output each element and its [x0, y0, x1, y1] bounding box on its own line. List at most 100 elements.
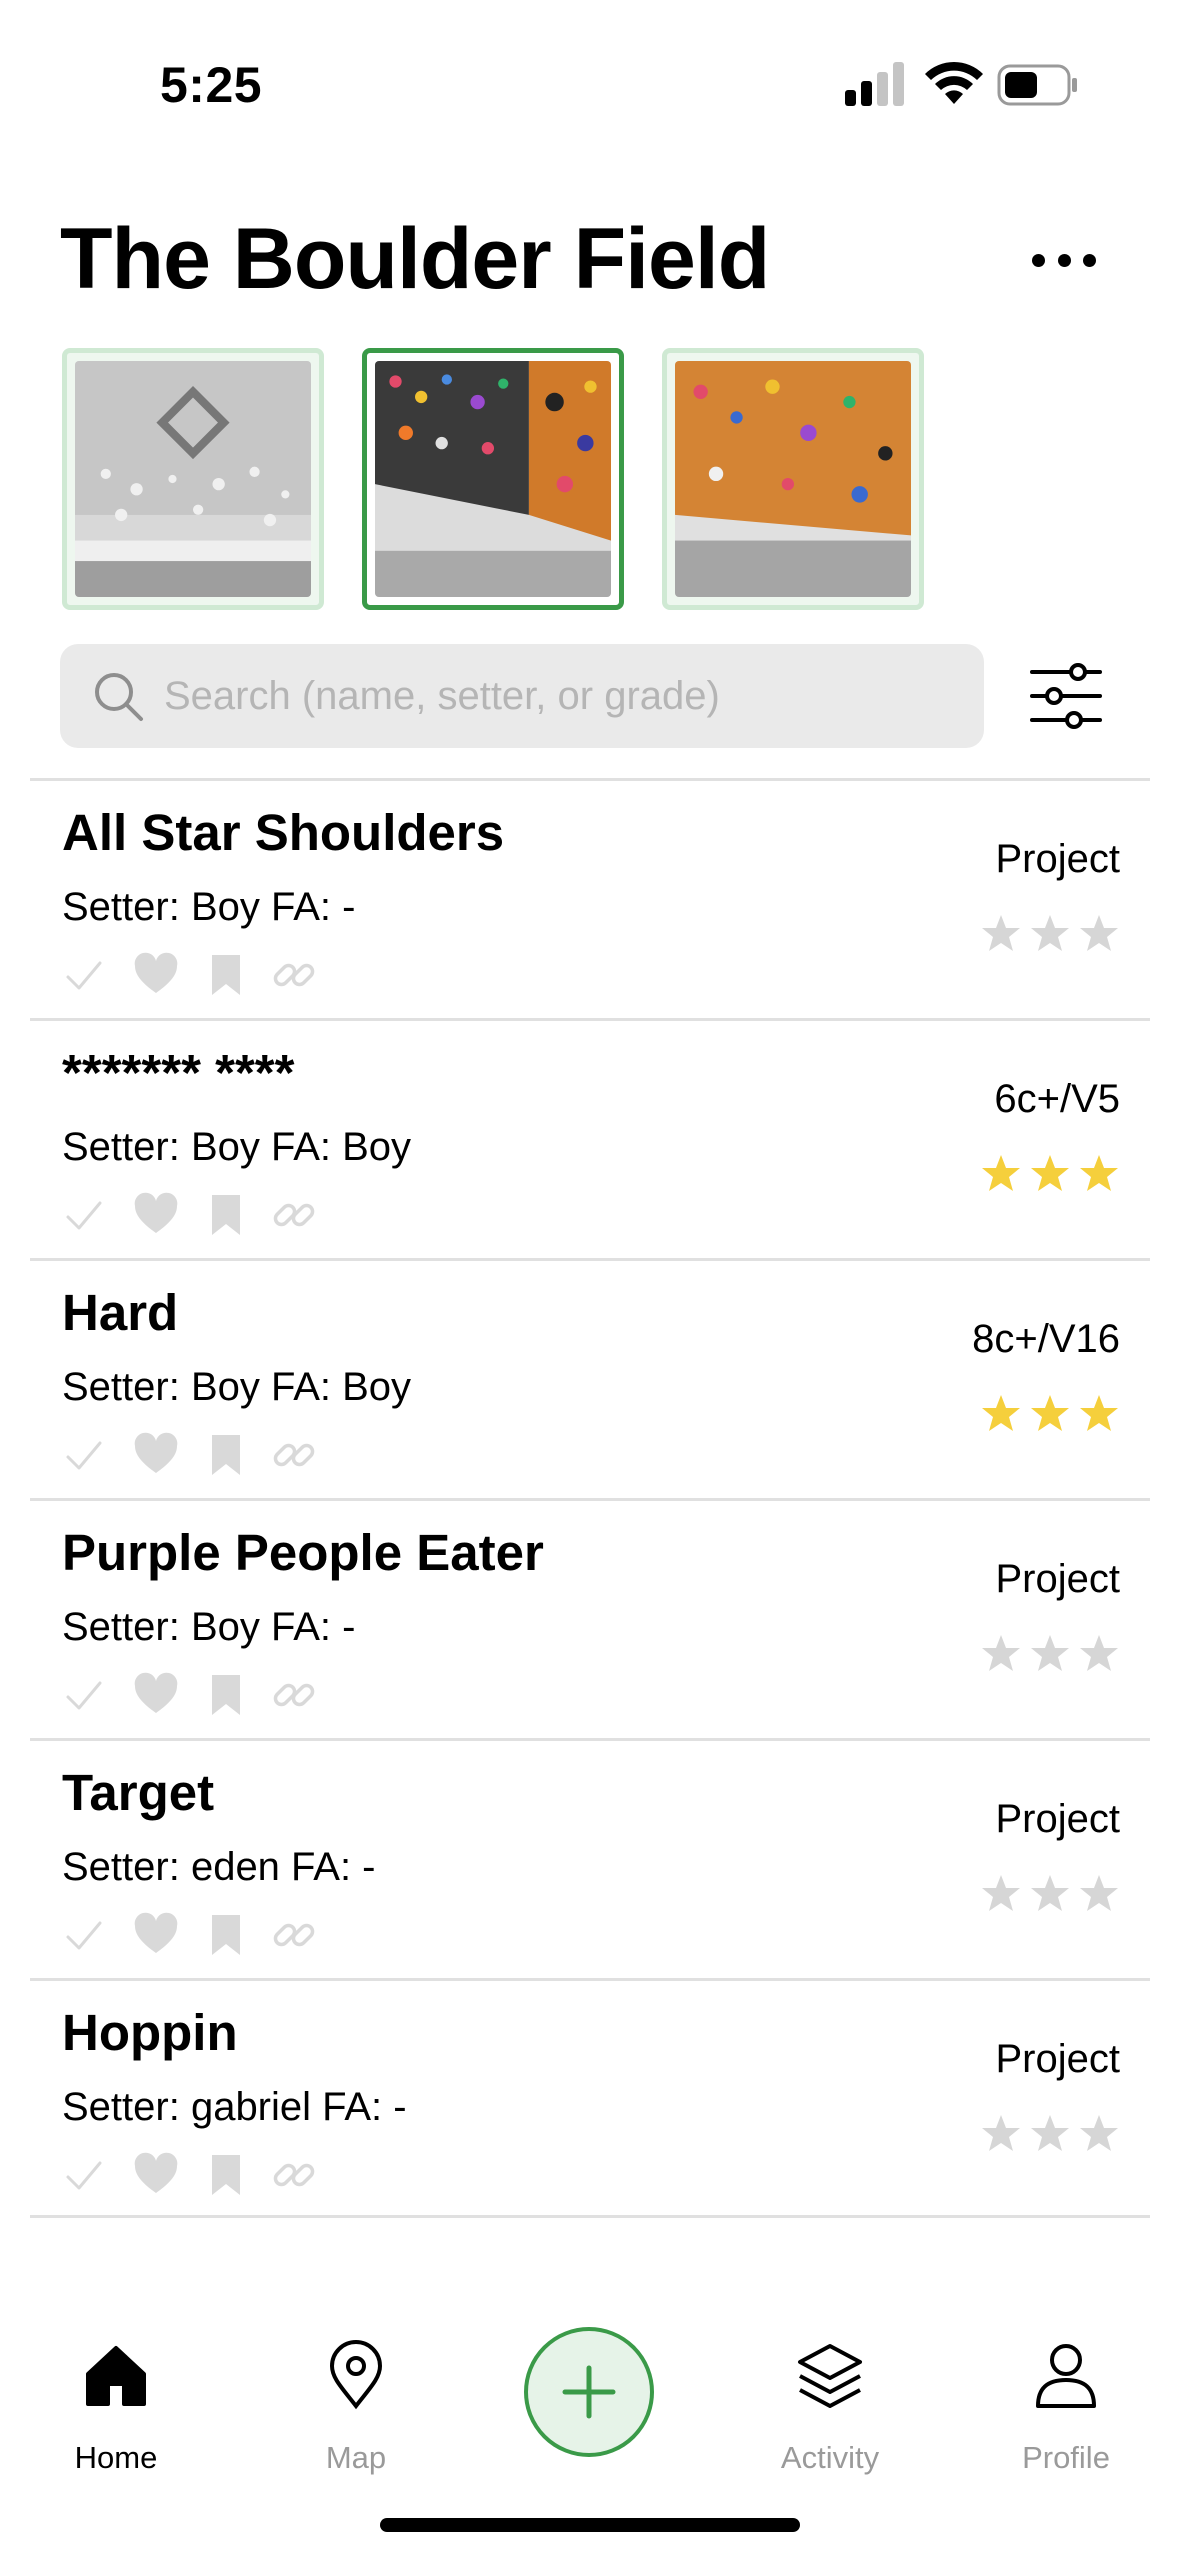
route-setter: Setter: eden FA: - [62, 1845, 376, 1889]
route-name: Purple People Eater [62, 1524, 544, 1581]
star-icon [982, 1395, 1020, 1431]
search-bar[interactable] [60, 644, 984, 748]
route-name: ******* **** [62, 1044, 295, 1101]
route-grade: Project [995, 2037, 1121, 2081]
bookmark-icon[interactable] [202, 1431, 250, 1479]
tab-map[interactable]: Map [266, 2340, 446, 2480]
share-link-icon[interactable] [270, 951, 318, 999]
star-icon [1031, 1395, 1069, 1431]
route-actions [60, 1431, 360, 1483]
wifi-icon [925, 61, 983, 104]
layers-icon [798, 2344, 862, 2408]
route-grade: Project [995, 837, 1121, 881]
tab-home-label: Home [74, 2440, 158, 2475]
route-grade: 6c+/V5 [994, 1077, 1120, 1121]
tab-profile-label: Profile [1022, 2440, 1110, 2475]
route-setter: Setter: Boy FA: - [62, 885, 356, 929]
filter-sliders-icon[interactable] [1030, 660, 1102, 732]
wall-thumbnail-3[interactable] [662, 348, 924, 610]
route-name: Hoppin [62, 2004, 238, 2061]
tab-activity[interactable]: Activity [740, 2340, 920, 2480]
share-link-icon[interactable] [270, 1431, 318, 1479]
bookmark-icon[interactable] [202, 951, 250, 999]
share-link-icon[interactable] [270, 2151, 318, 2199]
route-setter: Setter: Boy FA: Boy [62, 1125, 412, 1169]
route-name: All Star Shoulders [62, 804, 505, 861]
send-check-icon[interactable] [60, 1911, 108, 1959]
like-heart-icon[interactable] [132, 1191, 180, 1239]
route-actions [60, 2151, 360, 2203]
wall-thumbnail-2[interactable] [362, 348, 624, 610]
send-check-icon[interactable] [60, 1431, 108, 1479]
route-rating [980, 1633, 1120, 1679]
route-rating [980, 2113, 1120, 2159]
star-icon [1031, 915, 1069, 951]
tab-home[interactable]: Home [26, 2340, 206, 2480]
star-icon [1031, 1635, 1069, 1671]
wall-thumbnail-1[interactable] [62, 348, 324, 610]
more-options-button[interactable] [1018, 230, 1110, 290]
star-icon [982, 915, 1020, 951]
star-icon [1080, 1395, 1118, 1431]
share-link-icon[interactable] [270, 1191, 318, 1239]
route-actions [60, 1191, 360, 1243]
map-pin-icon [329, 2340, 383, 2410]
route-actions [60, 1911, 360, 1963]
wall-photo-colorful [375, 361, 611, 597]
star-icon [1031, 1875, 1069, 1911]
battery-icon [997, 64, 1077, 106]
route-rating [980, 1153, 1120, 1199]
like-heart-icon[interactable] [132, 1671, 180, 1719]
route-row[interactable]: All Star Shoulders Setter: Boy FA: - Proje… [30, 778, 1150, 1018]
tab-map-label: Map [325, 2440, 387, 2475]
share-link-icon[interactable] [270, 1671, 318, 1719]
route-row[interactable]: ******* **** Setter: Boy FA: Boy 6c+/V5 [30, 1018, 1150, 1258]
tab-activity-label: Activity [780, 2440, 880, 2475]
route-row[interactable]: Hoppin Setter: gabriel FA: - Project [30, 1978, 1150, 2218]
tab-profile[interactable]: Profile [976, 2340, 1156, 2480]
search-input[interactable] [164, 644, 964, 748]
bookmark-icon[interactable] [202, 1191, 250, 1239]
route-rating [980, 1873, 1120, 1919]
wall-photo-grey [75, 361, 311, 597]
send-check-icon[interactable] [60, 1671, 108, 1719]
star-icon [1080, 1635, 1118, 1671]
route-actions [60, 1671, 360, 1723]
status-time: 5:25 [160, 57, 263, 113]
route-actions [60, 951, 360, 1003]
route-grade: Project [995, 1557, 1121, 1601]
add-route-button[interactable] [524, 2327, 654, 2457]
status-bar: 5:25 [0, 0, 1179, 150]
wall-photo-orange [675, 361, 911, 597]
star-icon [1080, 1155, 1118, 1191]
route-grade: Project [995, 1797, 1121, 1841]
send-check-icon[interactable] [60, 951, 108, 999]
more-dot-icon [1083, 253, 1096, 267]
bookmark-icon[interactable] [202, 2151, 250, 2199]
star-icon [982, 1155, 1020, 1191]
page-title: The Boulder Field [60, 211, 770, 307]
star-icon [982, 1875, 1020, 1911]
route-setter: Setter: Boy FA: Boy [62, 1365, 412, 1409]
route-row[interactable]: Hard Setter: Boy FA: Boy 8c+/V16 [30, 1258, 1150, 1498]
route-row[interactable]: Target Setter: eden FA: - Project [30, 1738, 1150, 1978]
like-heart-icon[interactable] [132, 1431, 180, 1479]
route-name: Hard [62, 1284, 179, 1341]
share-link-icon[interactable] [270, 1911, 318, 1959]
star-icon [1080, 915, 1118, 951]
route-list: All Star Shoulders Setter: Boy FA: - Proje… [30, 778, 1150, 2218]
route-row[interactable]: Purple People Eater Setter: Boy FA: - Proj… [30, 1498, 1150, 1738]
bookmark-icon[interactable] [202, 1911, 250, 1959]
like-heart-icon[interactable] [132, 2151, 180, 2199]
search-icon [95, 673, 143, 721]
send-check-icon[interactable] [60, 1191, 108, 1239]
tab-bar: Home Map Activity Profile [0, 2290, 1179, 2556]
more-dot-icon [1057, 253, 1071, 267]
home-icon [86, 2346, 146, 2406]
send-check-icon[interactable] [60, 2151, 108, 2199]
person-icon [1036, 2344, 1096, 2408]
route-name: Target [62, 1764, 215, 1821]
like-heart-icon[interactable] [132, 951, 180, 999]
bookmark-icon[interactable] [202, 1671, 250, 1719]
like-heart-icon[interactable] [132, 1911, 180, 1959]
